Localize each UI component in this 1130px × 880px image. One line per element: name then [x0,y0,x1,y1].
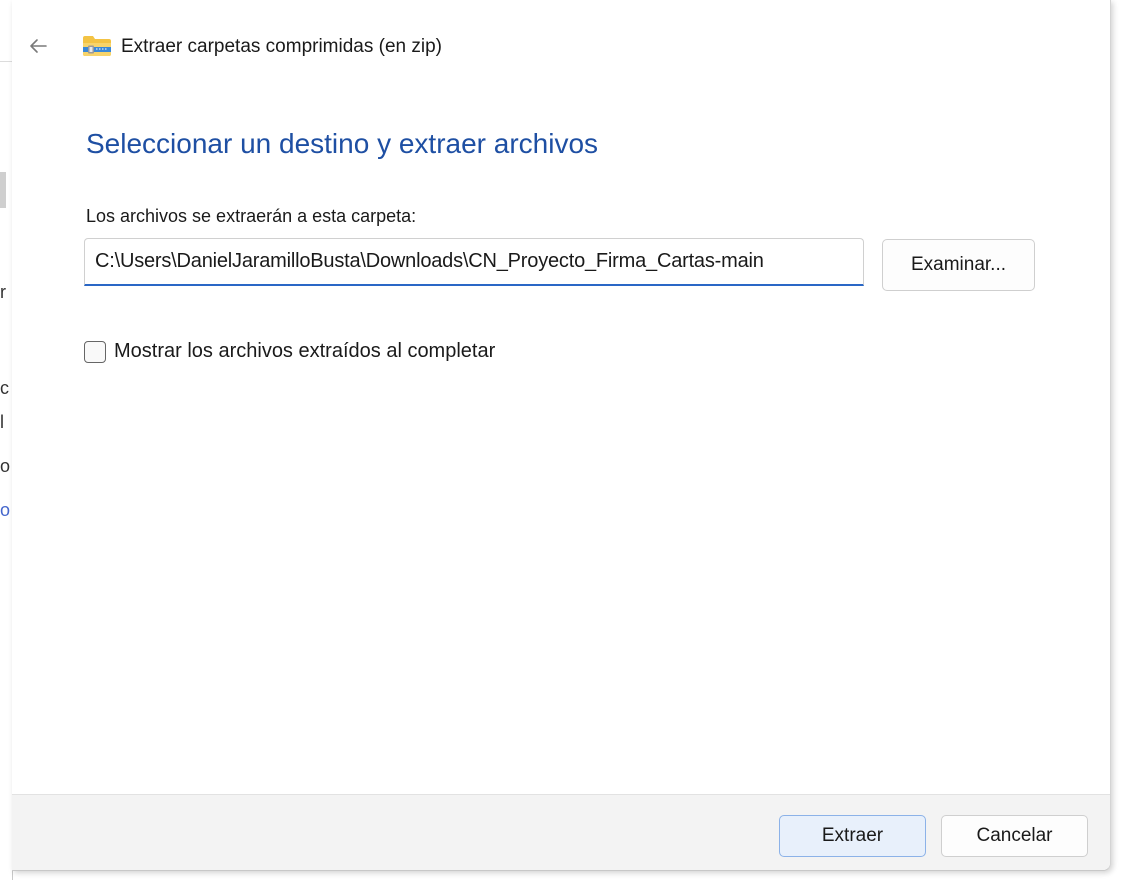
browse-button[interactable]: Examinar... [882,239,1035,291]
show-files-option[interactable]: Mostrar los archivos extraídos al comple… [84,340,495,363]
show-files-label: Mostrar los archivos extraídos al comple… [114,340,496,362]
cancel-button[interactable]: Cancelar [941,815,1088,857]
show-files-checkbox[interactable] [84,340,106,363]
destination-label: Los archivos se extraerán a esta carpeta… [86,206,417,226]
background-text-fragment: l [0,412,4,432]
back-button[interactable] [24,32,52,60]
extract-button[interactable]: Extraer [779,815,926,857]
zip-folder-icon [83,36,111,56]
background-text-fragment: c [0,378,9,398]
dialog-titlebar: Extraer carpetas comprimidas (en zip) [12,24,1110,72]
background-scroll-strip [0,172,6,208]
background-text-fragment: r [0,282,6,302]
dialog-title: Extraer carpetas comprimidas (en zip) [121,36,442,57]
screen: r c l o o Extraer carpetas comprimidas (… [0,0,1130,880]
destination-path-input[interactable] [84,238,864,286]
background-text-fragment: o [0,500,10,520]
background-text-fragment: o [0,456,10,476]
dialog-footer: Extraer Cancelar [12,794,1110,870]
page-title: Seleccionar un destino y extraer archivo… [86,128,599,159]
arrow-left-icon [30,39,47,53]
background-divider [0,61,12,62]
extract-dialog: Extraer carpetas comprimidas (en zip) Se… [12,0,1111,871]
